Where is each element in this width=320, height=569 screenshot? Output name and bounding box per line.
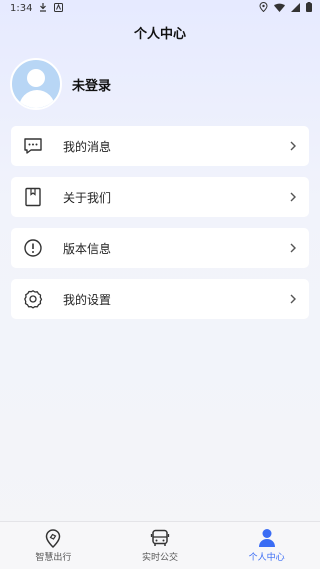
menu-item-label: 我的消息: [63, 139, 112, 154]
signal-icon: [291, 2, 300, 15]
message-icon: [23, 136, 43, 156]
menu-item-label: 关于我们: [63, 190, 112, 205]
menu-item-label: 我的设置: [63, 292, 112, 307]
page-header: 个人中心: [0, 17, 320, 47]
avatar[interactable]: [10, 58, 62, 110]
book-icon: [23, 187, 43, 207]
notification-app-icon: [54, 2, 64, 15]
menu-item-version[interactable]: 版本信息: [11, 228, 309, 268]
tab-realtime-bus[interactable]: 实时公交: [110, 522, 210, 563]
status-right: [259, 2, 312, 15]
status-time: 1:34: [10, 3, 33, 14]
status-left: 1:34: [10, 2, 64, 15]
download-icon: [38, 2, 48, 15]
tab-label: 智慧出行: [35, 553, 72, 563]
page-title: 个人中心: [133, 26, 186, 42]
info-icon: [23, 238, 43, 258]
menu-list: 我的消息 关于我们 版本信息 我的设置: [11, 126, 309, 330]
wifi-icon: [274, 3, 285, 15]
person-icon: [257, 528, 277, 548]
tab-label: 个人中心: [248, 553, 285, 563]
location-icon: [259, 2, 268, 15]
chevron-right-icon: [287, 293, 299, 305]
chevron-right-icon: [287, 140, 299, 152]
profile-section[interactable]: 未登录: [10, 58, 111, 110]
tab-label: 实时公交: [141, 553, 178, 563]
status-bar: 1:34: [0, 0, 320, 17]
chevron-right-icon: [287, 191, 299, 203]
battery-icon: [306, 2, 312, 15]
login-status[interactable]: 未登录: [72, 75, 111, 94]
menu-item-messages[interactable]: 我的消息: [11, 126, 309, 166]
avatar-body: [19, 90, 55, 108]
menu-item-settings[interactable]: 我的设置: [11, 279, 309, 319]
tab-personal-center[interactable]: 个人中心: [217, 522, 317, 563]
map-pin-icon: [43, 528, 63, 548]
bottom-tab-bar: 智慧出行 实时公交 个人中心: [0, 521, 320, 569]
bus-icon: [150, 528, 170, 548]
avatar-head: [27, 69, 45, 87]
menu-item-label: 版本信息: [63, 241, 112, 256]
gear-icon: [23, 289, 43, 309]
menu-item-about[interactable]: 关于我们: [11, 177, 309, 217]
chevron-right-icon: [287, 242, 299, 254]
tab-smart-travel[interactable]: 智慧出行: [3, 522, 103, 563]
